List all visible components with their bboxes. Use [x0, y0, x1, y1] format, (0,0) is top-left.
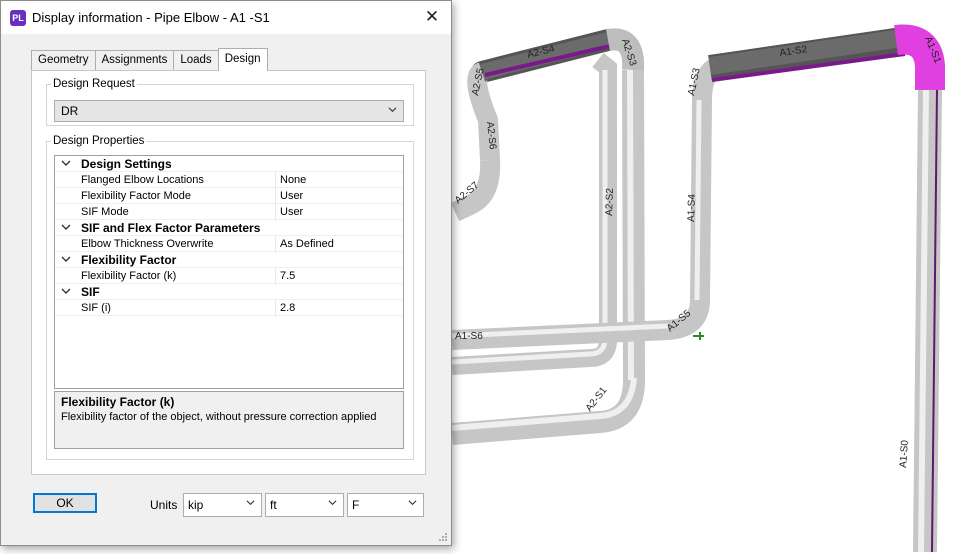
category-row[interactable]: SIF	[55, 284, 403, 300]
property-value[interactable]: User	[280, 206, 303, 218]
label-a2-s1: A2-S1	[584, 385, 610, 414]
label-a1-s4: A1-S4	[686, 194, 698, 223]
property-row[interactable]: SIF Mode User	[55, 204, 403, 220]
title-bar[interactable]: PL Display information - Pipe Elbow - A1…	[1, 1, 451, 34]
category-label: SIF	[81, 285, 100, 299]
property-value[interactable]: 2.8	[280, 302, 295, 314]
chevron-down-icon	[246, 500, 255, 506]
collapse-chevron-icon[interactable]	[61, 158, 71, 168]
category-label: Flexibility Factor	[81, 253, 177, 267]
property-row[interactable]: Elbow Thickness Overwrite As Defined	[55, 236, 403, 252]
close-button[interactable]: ✕	[421, 7, 443, 27]
chevron-down-icon	[408, 500, 417, 506]
design-request-select[interactable]: DR	[54, 100, 404, 122]
collapse-chevron-icon[interactable]	[61, 254, 71, 264]
property-row[interactable]: Flexibility Factor (k) 7.5	[55, 268, 403, 284]
property-value[interactable]: None	[280, 174, 306, 186]
tab-loads[interactable]: Loads	[173, 50, 219, 71]
design-request-value: DR	[61, 104, 79, 118]
label-a1-s0: A1-S0	[898, 439, 911, 468]
property-name: Flanged Elbow Locations	[81, 174, 204, 186]
design-tab-panel: Design Request DR Design Properties Desi…	[31, 70, 426, 475]
property-name: Flexibility Factor Mode	[81, 190, 192, 202]
category-label: Design Settings	[81, 157, 172, 171]
units-label: Units	[150, 498, 178, 512]
resize-grip-icon[interactable]	[438, 532, 448, 542]
collapse-chevron-icon[interactable]	[61, 286, 71, 296]
tab-strip: Geometry Assignments Loads Design	[31, 48, 268, 71]
category-label: SIF and Flex Factor Parameters	[81, 221, 261, 235]
length-unit-value: ft	[270, 498, 277, 512]
temperature-unit-value: F	[352, 498, 360, 512]
property-value[interactable]: As Defined	[280, 238, 334, 250]
pipe-a1-s1-elbow-highlight	[894, 24, 945, 90]
temperature-unit-select[interactable]: F	[347, 493, 424, 517]
node-marker	[693, 332, 704, 340]
collapse-chevron-icon[interactable]	[61, 222, 71, 232]
tab-geometry[interactable]: Geometry	[31, 50, 96, 71]
description-text: Flexibility factor of the object, withou…	[61, 411, 377, 423]
label-a2-s2: A2-S2	[604, 188, 616, 217]
property-name: SIF (i)	[81, 302, 111, 314]
ok-button[interactable]: OK	[33, 493, 97, 513]
category-row[interactable]: Design Settings	[55, 156, 403, 172]
property-value[interactable]: 7.5	[280, 270, 295, 282]
property-row[interactable]: SIF (i) 2.8	[55, 300, 403, 316]
chevron-down-icon	[328, 500, 337, 506]
property-name: SIF Mode	[81, 206, 129, 218]
property-value[interactable]: User	[280, 190, 303, 202]
app-logo-icon: PL	[10, 9, 26, 26]
length-unit-select[interactable]: ft	[265, 493, 344, 517]
description-title: Flexibility Factor (k)	[61, 395, 175, 409]
force-unit-value: kip	[188, 498, 204, 512]
property-grid[interactable]: Design Settings Flanged Elbow Locations …	[54, 155, 404, 389]
tab-design[interactable]: Design	[217, 48, 268, 71]
chevron-down-icon	[388, 107, 397, 113]
property-name: Flexibility Factor (k)	[81, 270, 177, 282]
window-title: Display information - Pipe Elbow - A1 -S…	[32, 10, 270, 25]
label-a1-s6: A1-S6	[455, 331, 483, 342]
design-properties-legend: Design Properties	[53, 135, 145, 147]
property-name: Elbow Thickness Overwrite	[81, 238, 214, 250]
force-unit-select[interactable]: kip	[183, 493, 262, 517]
display-information-dialog: PL Display information - Pipe Elbow - A1…	[0, 0, 452, 546]
property-description-box: Flexibility Factor (k) Flexibility facto…	[54, 391, 404, 449]
category-row[interactable]: Flexibility Factor	[55, 252, 403, 268]
property-row[interactable]: Flexibility Factor Mode User	[55, 188, 403, 204]
tab-assignments[interactable]: Assignments	[94, 50, 175, 71]
design-request-legend: Design Request	[53, 78, 135, 90]
category-row[interactable]: SIF and Flex Factor Parameters	[55, 220, 403, 236]
property-row[interactable]: Flanged Elbow Locations None	[55, 172, 403, 188]
